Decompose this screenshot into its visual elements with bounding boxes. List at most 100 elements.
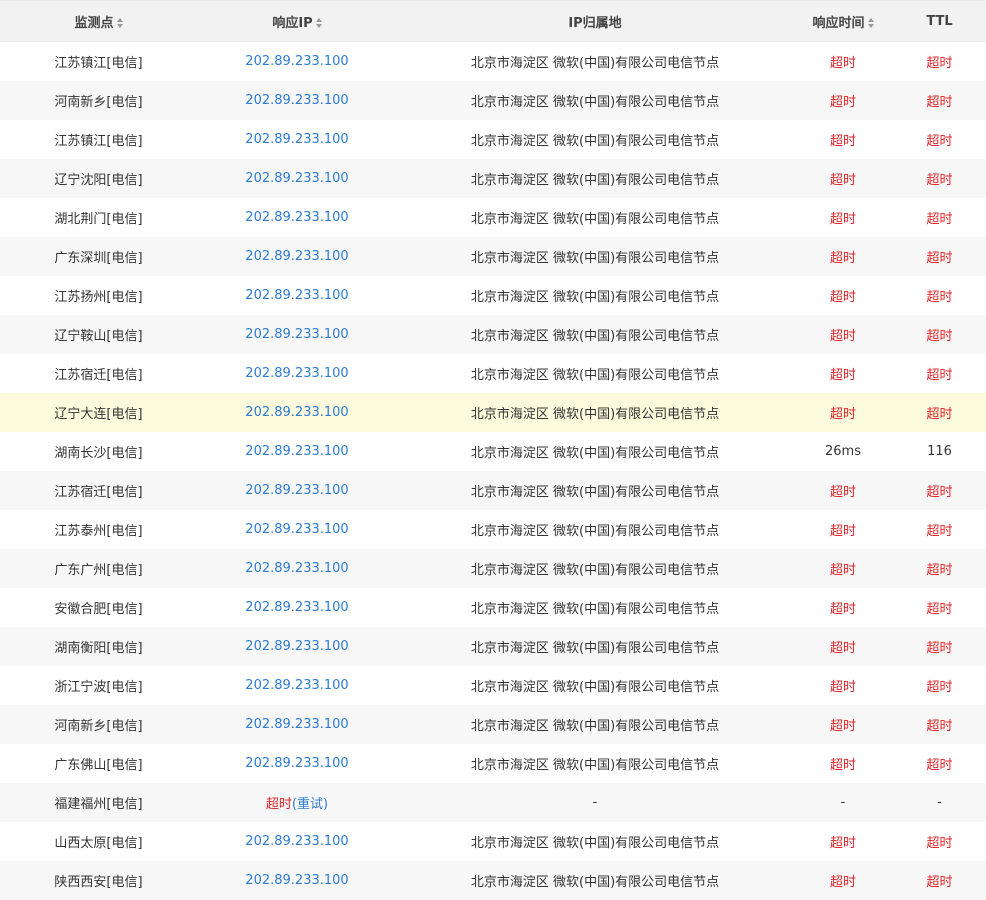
monitor-point-cell: 湖南衡阳[电信] <box>54 641 143 656</box>
response-ip-link[interactable]: 202.89.233.100 <box>197 171 397 186</box>
response-time-cell: 超时 <box>829 290 856 305</box>
ip-location-cell: 北京市海淀区 微软(中国)有限公司电信节点 <box>470 95 720 110</box>
column-header-label: IP归属地 <box>568 15 622 31</box>
response-ip-link[interactable]: 202.89.233.100 <box>197 366 397 381</box>
ip-location-cell: 北京市海淀区 微软(中国)有限公司电信节点 <box>470 524 720 539</box>
response-time-cell: 超时 <box>829 407 856 422</box>
ttl-cell: 超时 <box>926 368 953 383</box>
monitor-point-cell: 山西太原[电信] <box>54 836 143 851</box>
response-time-cell: 超时 <box>829 485 856 500</box>
ttl-cell: 超时 <box>926 173 953 188</box>
ttl-cell: 超时 <box>926 251 953 266</box>
ip-location-cell: - <box>592 795 598 810</box>
ttl-cell: 超时 <box>926 95 953 110</box>
column-header-response-time[interactable]: 响应时间 <box>793 12 893 31</box>
response-time-cell: 超时 <box>829 836 856 851</box>
column-header-ip-location: IP归属地 <box>397 12 793 31</box>
response-time-cell: 超时 <box>829 563 856 578</box>
response-time-cell: 超时 <box>829 368 856 383</box>
response-ip-link[interactable]: 202.89.233.100 <box>197 54 397 69</box>
ip-location-cell: 北京市海淀区 微软(中国)有限公司电信节点 <box>470 56 720 71</box>
retry-link[interactable]: (重试) <box>292 797 328 812</box>
table-row: 江苏宿迁[电信] 202.89.233.100 北京市海淀区 微软(中国)有限公司电… <box>0 354 986 393</box>
sort-icon[interactable] <box>116 18 123 28</box>
table-row: 湖北荆门[电信] 202.89.233.100 北京市海淀区 微软(中国)有限公司电… <box>0 198 986 237</box>
ttl-cell: 超时 <box>926 524 953 539</box>
response-ip-link[interactable]: 202.89.233.100 <box>197 93 397 108</box>
response-ip-link[interactable]: 202.89.233.100 <box>197 678 397 693</box>
ip-location-cell: 北京市海淀区 微软(中国)有限公司电信节点 <box>470 836 720 851</box>
ttl-cell: 超时 <box>926 212 953 227</box>
response-time-cell: - <box>840 795 846 810</box>
ttl-cell: 超时 <box>926 758 953 773</box>
monitor-point-cell: 江苏镇江[电信] <box>54 56 143 71</box>
ttl-cell: 超时 <box>926 836 953 851</box>
ip-location-cell: 北京市海淀区 微软(中国)有限公司电信节点 <box>470 680 720 695</box>
table-header: 监测点 响应IP IP归属地 响应时间 TTL <box>0 1 986 42</box>
response-ip-link[interactable]: 202.89.233.100 <box>197 834 397 849</box>
monitor-point-cell: 辽宁鞍山[电信] <box>54 329 143 344</box>
response-ip-link[interactable]: 202.89.233.100 <box>197 210 397 225</box>
monitor-point-cell: 河南新乡[电信] <box>54 719 143 734</box>
response-ip-link[interactable]: 202.89.233.100 <box>197 444 397 459</box>
monitor-point-cell: 辽宁沈阳[电信] <box>54 173 143 188</box>
ttl-cell: 超时 <box>926 875 953 890</box>
response-time-cell: 超时 <box>829 134 856 149</box>
monitor-point-cell: 江苏宿迁[电信] <box>54 368 143 383</box>
response-time-cell: 超时 <box>829 758 856 773</box>
column-header-label: 响应IP <box>272 15 313 31</box>
table-row: 江苏宿迁[电信] 202.89.233.100 北京市海淀区 微软(中国)有限公司电… <box>0 471 986 510</box>
response-ip-link[interactable]: 202.89.233.100 <box>197 132 397 147</box>
column-header-monitor-point[interactable]: 监测点 <box>0 12 197 31</box>
response-ip-link[interactable]: 202.89.233.100 <box>197 639 397 654</box>
sort-icon[interactable] <box>867 18 874 28</box>
table-row: 辽宁鞍山[电信] 202.89.233.100 北京市海淀区 微软(中国)有限公司电… <box>0 315 986 354</box>
ip-location-cell: 北京市海淀区 微软(中国)有限公司电信节点 <box>470 602 720 617</box>
ttl-cell: 116 <box>927 444 952 459</box>
column-header-ttl: TTL <box>893 14 986 29</box>
column-header-label: 监测点 <box>74 15 114 31</box>
table-row: 江苏扬州[电信] 202.89.233.100 北京市海淀区 微软(中国)有限公司电… <box>0 276 986 315</box>
ttl-cell: - <box>937 795 942 810</box>
table-row: 安徽合肥[电信] 202.89.233.100 北京市海淀区 微软(中国)有限公司电… <box>0 588 986 627</box>
table-row: 河南新乡[电信] 202.89.233.100 北京市海淀区 微软(中国)有限公司电… <box>0 81 986 120</box>
ip-location-cell: 北京市海淀区 微软(中国)有限公司电信节点 <box>470 368 720 383</box>
response-ip-link[interactable]: 202.89.233.100 <box>197 873 397 888</box>
response-ip-link[interactable]: 202.89.233.100 <box>197 717 397 732</box>
monitor-point-cell: 江苏宿迁[电信] <box>54 485 143 500</box>
monitor-point-cell: 江苏镇江[电信] <box>54 134 143 149</box>
monitor-point-cell: 江苏泰州[电信] <box>54 524 143 539</box>
response-ip-link[interactable]: 202.89.233.100 <box>197 405 397 420</box>
ttl-cell: 超时 <box>926 485 953 500</box>
ip-location-cell: 北京市海淀区 微软(中国)有限公司电信节点 <box>470 290 720 305</box>
sort-icon[interactable] <box>315 18 322 28</box>
ip-location-cell: 北京市海淀区 微软(中国)有限公司电信节点 <box>470 641 720 656</box>
monitor-point-cell: 辽宁大连[电信] <box>54 407 143 422</box>
ip-location-cell: 北京市海淀区 微软(中国)有限公司电信节点 <box>470 446 720 461</box>
table-row: 山西太原[电信] 202.89.233.100 北京市海淀区 微软(中国)有限公司电… <box>0 822 986 861</box>
table-row: 福建福州[电信] 超时(重试) - - - <box>0 783 986 822</box>
response-ip-link[interactable]: 202.89.233.100 <box>197 483 397 498</box>
ip-location-cell: 北京市海淀区 微软(中国)有限公司电信节点 <box>470 329 720 344</box>
response-time-cell: 超时 <box>829 212 856 227</box>
response-ip-link[interactable]: 202.89.233.100 <box>197 561 397 576</box>
column-header-response-ip[interactable]: 响应IP <box>197 12 397 31</box>
table-row: 广东深圳[电信] 202.89.233.100 北京市海淀区 微软(中国)有限公司电… <box>0 237 986 276</box>
response-time-cell: 26ms <box>825 444 861 459</box>
response-time-cell: 超时 <box>829 875 856 890</box>
table-row: 河南新乡[电信] 202.89.233.100 北京市海淀区 微软(中国)有限公司电… <box>0 705 986 744</box>
response-ip-link[interactable]: 202.89.233.100 <box>197 600 397 615</box>
response-ip-link[interactable]: 202.89.233.100 <box>197 522 397 537</box>
column-header-label: 响应时间 <box>812 15 865 31</box>
response-ip-cell: 超时(重试) <box>197 793 397 812</box>
response-ip-link[interactable]: 202.89.233.100 <box>197 327 397 342</box>
response-ip-link[interactable]: 202.89.233.100 <box>197 249 397 264</box>
ttl-cell: 超时 <box>926 134 953 149</box>
response-time-cell: 超时 <box>829 329 856 344</box>
table-body: 江苏镇江[电信] 202.89.233.100 北京市海淀区 微软(中国)有限公司电… <box>0 42 986 900</box>
monitor-point-cell: 湖南长沙[电信] <box>54 446 143 461</box>
ttl-cell: 超时 <box>926 329 953 344</box>
response-ip-link[interactable]: 202.89.233.100 <box>197 756 397 771</box>
response-ip-link[interactable]: 202.89.233.100 <box>197 288 397 303</box>
results-table: 监测点 响应IP IP归属地 响应时间 TTL 江苏镇江[电信] 202.89.2… <box>0 0 986 900</box>
